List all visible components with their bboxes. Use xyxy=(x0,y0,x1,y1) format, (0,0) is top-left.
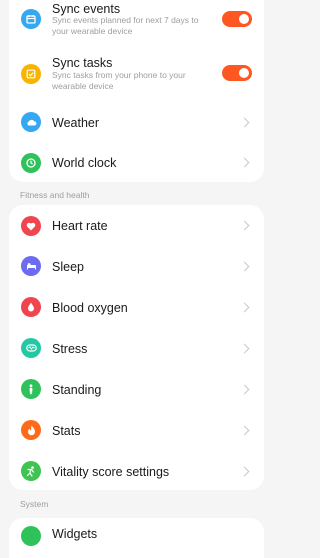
sleep-label: Sleep xyxy=(52,260,84,274)
sync-tasks-title: Sync tasks xyxy=(52,56,113,70)
weather-row[interactable]: Weather xyxy=(9,102,264,143)
chevron-right-icon xyxy=(239,466,250,477)
sync-events-row[interactable]: Sync events Sync events planned for next… xyxy=(9,0,264,42)
toggle-knob xyxy=(239,14,249,24)
standing-row[interactable]: Standing xyxy=(9,369,264,410)
stats-label: Stats xyxy=(52,424,81,438)
stats-row[interactable]: Stats xyxy=(9,410,264,451)
stress-label: Stress xyxy=(52,342,88,356)
heart-rate-label: Heart rate xyxy=(52,219,108,233)
sync-card: Sync events Sync events planned for next… xyxy=(9,0,264,182)
world-clock-label: World clock xyxy=(52,156,117,170)
person-standing-icon xyxy=(21,379,41,399)
bed-icon xyxy=(21,256,41,276)
flame-icon xyxy=(21,420,41,440)
standing-label: Standing xyxy=(52,383,102,397)
chevron-right-icon xyxy=(239,157,250,168)
vitality-score-label: Vitality score settings xyxy=(52,465,170,479)
sync-events-title: Sync events xyxy=(52,2,121,16)
widgets-row[interactable]: Widgets xyxy=(9,518,264,546)
sync-events-toggle[interactable] xyxy=(222,11,252,27)
system-section-header: System xyxy=(20,499,49,509)
calendar-icon xyxy=(21,9,41,29)
weather-label: Weather xyxy=(52,116,100,130)
widgets-icon xyxy=(21,526,41,546)
blood-oxygen-label: Blood oxygen xyxy=(52,301,128,315)
chevron-right-icon xyxy=(239,343,250,354)
heart-icon xyxy=(21,216,41,236)
vitality-score-row[interactable]: Vitality score settings xyxy=(9,451,264,492)
sync-events-subtitle: Sync events planned for next 7 days to y… xyxy=(52,15,199,36)
sync-tasks-toggle[interactable] xyxy=(222,65,252,81)
heart-rate-row[interactable]: Heart rate xyxy=(9,205,264,246)
toggle-knob xyxy=(239,68,249,78)
chevron-right-icon xyxy=(239,261,250,272)
sync-tasks-subtitle: Sync tasks from your phone to your weara… xyxy=(52,70,186,91)
world-clock-row[interactable]: World clock xyxy=(9,142,264,183)
weather-icon xyxy=(21,112,41,132)
fitness-card: Heart rate Sleep Blood oxygen Stress Sta… xyxy=(9,205,264,490)
drop-icon xyxy=(21,297,41,317)
chevron-right-icon xyxy=(239,117,250,128)
chevron-right-icon xyxy=(239,425,250,436)
stress-row[interactable]: Stress xyxy=(9,328,264,369)
chevron-right-icon xyxy=(239,302,250,313)
vitality-icon xyxy=(21,461,41,481)
system-card: Widgets xyxy=(9,518,264,558)
stress-icon xyxy=(21,338,41,358)
fitness-section-header: Fitness and health xyxy=(20,190,90,200)
checklist-icon xyxy=(21,64,41,84)
sync-tasks-row[interactable]: Sync tasks Sync tasks from your phone to… xyxy=(9,52,264,96)
sleep-row[interactable]: Sleep xyxy=(9,246,264,287)
clock-icon xyxy=(21,153,41,173)
settings-page: Sync events Sync events planned for next… xyxy=(0,0,273,558)
widgets-label: Widgets xyxy=(52,527,98,541)
chevron-right-icon xyxy=(239,384,250,395)
chevron-right-icon xyxy=(239,220,250,231)
blood-oxygen-row[interactable]: Blood oxygen xyxy=(9,287,264,328)
